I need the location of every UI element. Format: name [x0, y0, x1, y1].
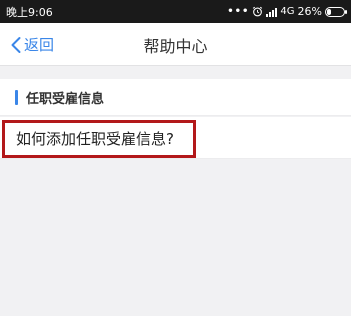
highlight-box	[2, 120, 196, 158]
network-type-label: 4G	[280, 6, 295, 17]
battery-level-fill	[327, 8, 331, 15]
navigation-bar: 返回 帮助中心	[0, 23, 351, 66]
section-title: 任职受雇信息	[26, 91, 105, 107]
notification-dots-icon: •••	[227, 6, 250, 17]
section-accent-bar	[15, 89, 18, 105]
battery-percent: 26%	[297, 5, 322, 18]
page-title: 帮助中心	[143, 36, 208, 56]
status-time: 晚上9:06	[6, 5, 53, 19]
alarm-clock-icon	[253, 6, 263, 17]
battery-icon	[325, 6, 347, 17]
status-bar: 晚上9:06 ••• 4G 26%	[0, 0, 351, 23]
section-header: 任职受雇信息	[0, 79, 351, 116]
cell-signal-icon	[266, 7, 278, 17]
